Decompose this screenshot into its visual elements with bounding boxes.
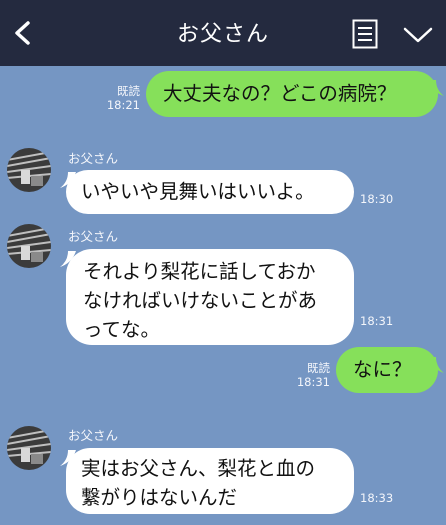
message-list[interactable]: 既読 18:21 大丈夫なの？どこの病院？ お父さん いやいや見舞いはいいよ。 … [0, 66, 446, 525]
message-text: いやいや見舞いはいいよ。 [81, 180, 315, 203]
message-time: 18:30 [360, 192, 394, 206]
avatar[interactable] [7, 148, 51, 192]
avatar[interactable] [7, 426, 51, 470]
message-text: なに？ [353, 358, 412, 381]
message-bubble[interactable]: 実はお父さん、梨花と血の 繋がりはないんだ [66, 448, 354, 514]
message-text-line: なければいけないことがあ [83, 289, 318, 312]
message-text-line: それより梨花に話しておか [83, 260, 316, 283]
chevron-down-icon[interactable] [403, 26, 433, 44]
message-meta: 既読 18:31 [290, 361, 330, 389]
avatar[interactable] [7, 224, 51, 268]
message-time: 18:21 [106, 98, 140, 112]
message-time: 18:33 [360, 491, 394, 505]
chat-screen: お父さん 既読 18:21 大丈夫なの？どこの病院？ お父さん いやいや見舞いは… [0, 0, 446, 525]
message-text-line: 繋がりはないんだ [81, 486, 238, 509]
message-time: 18:31 [360, 314, 394, 328]
message-bubble[interactable]: 大丈夫なの？どこの病院？ [146, 71, 438, 117]
message-text-line: ってな。 [83, 318, 161, 341]
chat-header: お父さん [0, 0, 446, 66]
notes-icon[interactable] [352, 19, 378, 49]
message-text-line: 実はお父さん、梨花と血の [81, 457, 316, 480]
message-time: 18:31 [296, 375, 330, 389]
message-meta: 既読 18:21 [100, 84, 140, 112]
chat-title: お父さん [176, 22, 269, 47]
read-receipt: 既読 [307, 361, 330, 375]
sender-name: お父さん [68, 428, 119, 443]
message-bubble[interactable]: なに？ [336, 347, 438, 393]
message-bubble[interactable]: いやいや見舞いはいいよ。 [66, 170, 354, 214]
message-bubble[interactable]: それより梨花に話しておか なければいけないことがあ ってな。 [66, 249, 354, 345]
read-receipt: 既読 [117, 84, 140, 98]
sender-name: お父さん [68, 151, 119, 166]
message-text: 大丈夫なの？どこの病院？ [163, 82, 397, 105]
sender-name: お父さん [68, 229, 119, 244]
